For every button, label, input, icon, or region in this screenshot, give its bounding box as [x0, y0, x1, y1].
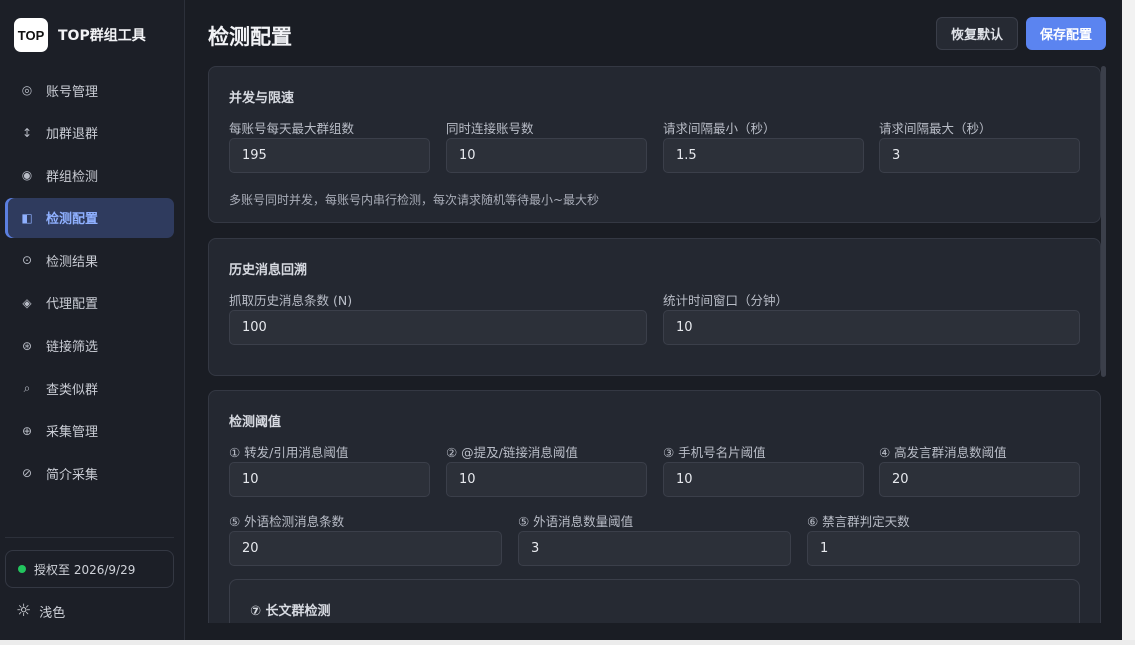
card-title: 检测阈值 — [229, 415, 282, 430]
phone-card-threshold-input[interactable] — [663, 462, 864, 497]
phone-card-threshold-label: ③ 手机号名片阈值 — [663, 445, 766, 460]
nav-item-label: 链接筛选 — [46, 340, 99, 356]
history-count-input[interactable] — [229, 310, 647, 345]
status-dot-icon — [18, 565, 26, 573]
nav-item-label: 代理配置 — [46, 297, 99, 313]
join-leave-icon: ↕ — [21, 125, 33, 140]
config-content: 并发与限速 每账号每天最大群组数 同时连接账号数 请求间隔最小（秒） 请求间隔最… — [208, 66, 1101, 623]
interval-min-input[interactable] — [663, 138, 864, 173]
link-filter-icon: ⊛ — [21, 338, 33, 353]
theme-label: 浅色 — [39, 605, 66, 621]
interval-min-label: 请求间隔最小（秒） — [663, 121, 776, 136]
foreign-threshold-input[interactable] — [518, 531, 791, 566]
nav-item-bio-collect[interactable]: ⊘ 简介采集 — [5, 453, 174, 493]
bio-collect-icon: ⊘ — [21, 466, 33, 481]
window-edge — [1122, 0, 1135, 645]
theme-toggle[interactable]: ☼ 浅色 — [16, 601, 65, 621]
nav-item-group-check[interactable]: ◉ 群组检测 — [5, 155, 174, 195]
nav-item-proxy-config[interactable]: ◈ 代理配置 — [5, 283, 174, 323]
radio-icon: ◉ — [21, 168, 33, 183]
max-groups-per-day-label: 每账号每天最大群组数 — [229, 121, 355, 136]
thresholds-card: 检测阈值 ① 转发/引用消息阈值 ② @提及/链接消息阈值 ③ 手机号名片阈值 … — [208, 390, 1101, 623]
muted-days-input[interactable] — [807, 531, 1080, 566]
account-icon: ◎ — [21, 83, 33, 97]
mention-link-threshold-label: ② @提及/链接消息阈值 — [446, 445, 578, 460]
concurrent-accounts-label: 同时连接账号数 — [446, 121, 534, 136]
nav-item-label: 加群退群 — [46, 127, 99, 143]
history-card: 历史消息回溯 抓取历史消息条数 (N) 统计时间窗口（分钟） — [208, 238, 1101, 376]
page-title: 检测配置 — [208, 25, 292, 49]
brand-logo: TOP — [14, 18, 48, 52]
nav-item-label: 检测配置 — [46, 212, 99, 228]
history-count-label: 抓取历史消息条数 (N) — [229, 293, 353, 308]
nav-item-label: 采集管理 — [46, 425, 99, 441]
time-window-input[interactable] — [663, 310, 1080, 345]
card-title: 并发与限速 — [229, 91, 295, 106]
scrollbar-thumb[interactable] — [1101, 66, 1106, 377]
nav-menu: ◎ 账号管理 ↕ 加群退群 ◉ 群组检测 ◧ 检测配置 ⊙ 检测结果 ◈ 代理配… — [5, 70, 174, 496]
forward-threshold-label: ① 转发/引用消息阈值 — [229, 445, 349, 460]
nav-item-label: 查类似群 — [46, 382, 99, 398]
nav-item-check-config[interactable]: ◧ 检测配置 — [5, 197, 174, 238]
long-text-subcard: ⑦ 长文群检测 — [229, 579, 1080, 623]
reset-defaults-button[interactable]: 恢复默认 — [936, 17, 1018, 50]
brand-name: TOP群组工具 — [58, 28, 146, 44]
save-config-button[interactable]: 保存配置 — [1026, 17, 1106, 50]
nav-item-collect-manage[interactable]: ⊕ 采集管理 — [5, 411, 174, 451]
mention-link-threshold-input[interactable] — [446, 462, 647, 497]
sidebar: TOP TOP群组工具 ◎ 账号管理 ↕ 加群退群 ◉ 群组检测 ◧ 检测配置 … — [0, 0, 185, 645]
high-activity-threshold-input[interactable] — [879, 462, 1080, 497]
config-icon: ◧ — [21, 210, 33, 225]
sidebar-divider — [5, 537, 174, 538]
max-groups-per-day-input[interactable] — [229, 138, 430, 173]
foreign-check-count-input[interactable] — [229, 531, 502, 566]
nav-item-accounts[interactable]: ◎ 账号管理 — [5, 70, 174, 110]
nav-item-check-results[interactable]: ⊙ 检测结果 — [5, 240, 174, 280]
license-text: 授权至 2026/9/29 — [34, 562, 136, 577]
proxy-icon: ◈ — [22, 295, 32, 310]
collect-icon: ⊕ — [21, 423, 33, 438]
concurrency-hint: 多账号同时并发，每账号内串行检测，每次请求随机等待最小~最大秒 — [229, 193, 600, 207]
nav-item-label: 简介采集 — [46, 467, 99, 483]
forward-threshold-input[interactable] — [229, 462, 430, 497]
muted-days-label: ⑥ 禁言群判定天数 — [807, 514, 910, 529]
foreign-check-count-label: ⑤ 外语检测消息条数 — [229, 514, 345, 529]
interval-max-input[interactable] — [879, 138, 1080, 173]
license-badge: 授权至 2026/9/29 — [5, 550, 174, 588]
nav-item-link-filter[interactable]: ⊛ 链接筛选 — [5, 326, 174, 366]
nav-item-label: 群组检测 — [46, 169, 99, 185]
time-window-label: 统计时间窗口（分钟） — [663, 293, 789, 308]
sun-icon: ☼ — [16, 601, 32, 621]
concurrent-accounts-input[interactable] — [446, 138, 647, 173]
nav-item-label: 账号管理 — [46, 84, 99, 100]
brand: TOP TOP群组工具 — [14, 18, 146, 52]
nav-item-label: 检测结果 — [46, 254, 99, 270]
search-icon: ⌕ — [23, 380, 31, 395]
foreign-threshold-label: ⑤ 外语消息数量阈值 — [518, 514, 634, 529]
long-text-title: ⑦ 长文群检测 — [250, 604, 331, 619]
nav-item-similar-groups[interactable]: ⌕ 查类似群 — [5, 368, 174, 408]
result-icon: ⊙ — [21, 253, 33, 268]
high-activity-threshold-label: ④ 高发言群消息数阈值 — [879, 445, 1007, 460]
concurrency-card: 并发与限速 每账号每天最大群组数 同时连接账号数 请求间隔最小（秒） 请求间隔最… — [208, 66, 1101, 223]
interval-max-label: 请求间隔最大（秒） — [879, 121, 992, 136]
scrollbar[interactable] — [1101, 66, 1107, 623]
nav-item-join-leave[interactable]: ↕ 加群退群 — [5, 113, 174, 153]
card-title: 历史消息回溯 — [229, 263, 308, 278]
taskbar-strip — [0, 640, 1135, 645]
